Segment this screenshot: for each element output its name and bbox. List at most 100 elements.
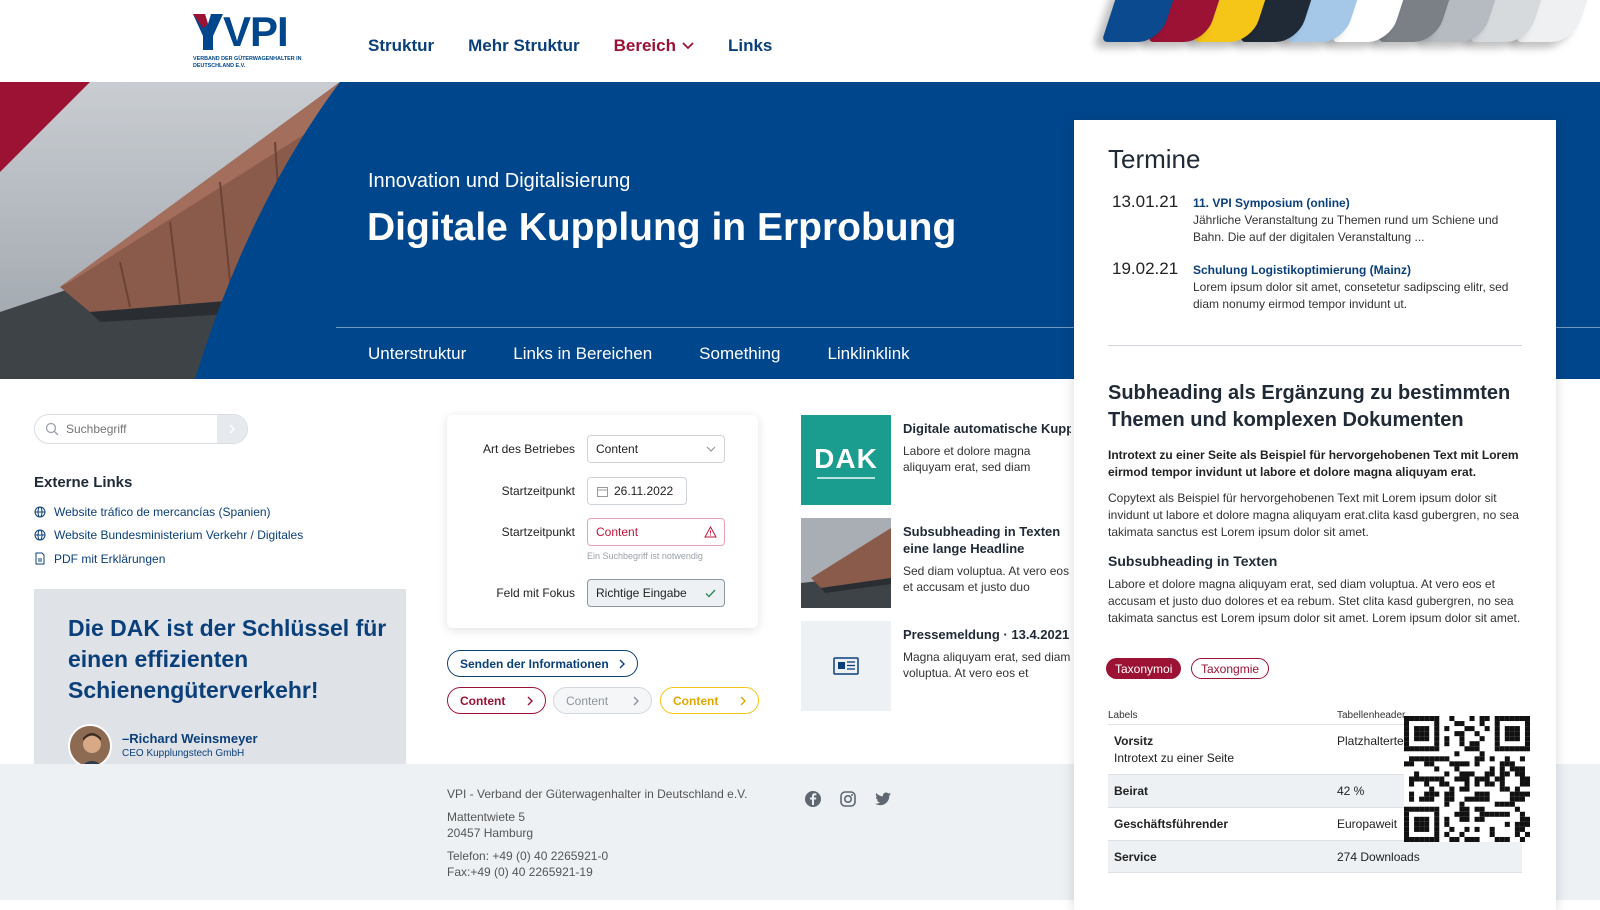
event-text: Lorem ipsum dolor sit amet, consetetur s… <box>1193 280 1509 311</box>
search-icon <box>45 422 59 436</box>
newspaper-icon <box>833 657 859 675</box>
quote-author-role: CEO Kupplungstech GmbH <box>122 748 245 759</box>
hero-kicker: Innovation und Digitalisierung <box>368 170 631 192</box>
news-title[interactable]: Subsubheading in Texten eine lange Headl… <box>903 523 1071 557</box>
external-link-ministry[interactable]: Website Bundesministerium Verkehr / Digi… <box>34 524 303 548</box>
button-label: Content <box>566 693 609 708</box>
termine-title: Termine <box>1108 144 1201 174</box>
content-button-red[interactable]: Content <box>447 687 546 714</box>
external-link-label: Website tráfico de mercancías (Spanien) <box>54 504 271 519</box>
footer-city: 20457 Hamburg <box>447 826 534 840</box>
search-submit-button[interactable] <box>217 415 247 443</box>
external-links-list: Website tráfico de mercancías (Spanien) … <box>34 500 303 571</box>
button-label: Content <box>673 693 719 708</box>
news-text: Sed diam voluptua. At vero eos et accusa… <box>903 564 1070 594</box>
news-text: Labore et dolore magna aliquyam erat, se… <box>903 444 1031 474</box>
nav-item-bereich[interactable]: Bereich <box>614 36 694 56</box>
nav-item-struktur[interactable]: Struktur <box>368 36 434 56</box>
field-label-art-des-betriebes: Art des Betriebes <box>482 442 575 456</box>
table-key-sub: Introtext zu einer Seite <box>1114 751 1235 765</box>
panel-copy-2: Labore et dolore magna aliquyam erat, se… <box>1108 577 1521 625</box>
nav-item-mehr-struktur[interactable]: Mehr Struktur <box>468 36 579 56</box>
quote-box: Die DAK ist der Schlüssel für einen effi… <box>34 589 406 784</box>
select-art-des-betriebes[interactable]: Content <box>587 435 725 463</box>
chevron-down-icon <box>682 42 694 50</box>
nav-item-links[interactable]: Links <box>728 36 772 56</box>
content-button-disabled[interactable]: Content <box>553 687 652 714</box>
sub-nav: Unterstruktur Links in Bereichen Somethi… <box>368 344 910 364</box>
subnav-item-links-in-bereichen[interactable]: Links in Bereichen <box>513 344 652 364</box>
input-value: Content <box>596 525 639 539</box>
news-image-train[interactable] <box>801 518 891 608</box>
input-value: Richtige Eingabe <box>596 586 687 600</box>
chevron-right-icon <box>228 424 235 434</box>
submit-label: Senden der Informationen <box>460 656 609 671</box>
event-title-link[interactable]: Schulung Logistikoptimierung (Mainz) <box>1193 263 1411 277</box>
external-link-spain[interactable]: Website tráfico de mercancías (Spanien) <box>34 500 303 524</box>
external-links-title: Externe Links <box>34 474 133 491</box>
external-link-label: PDF mit Erklärungen <box>54 551 166 566</box>
field-label-startzeitpunkt-error: Startzeitpunkt <box>501 525 575 539</box>
chevron-right-icon <box>619 659 625 668</box>
news-title[interactable]: Digitale automatische Kupplung <box>903 420 1071 437</box>
check-icon <box>705 589 716 598</box>
chevron-right-icon <box>527 696 533 705</box>
date-value: 26.11.2022 <box>614 484 674 498</box>
hero-train-photo <box>0 82 340 379</box>
event-date: 19.02.21 <box>1112 259 1179 278</box>
quote-text: Die DAK ist der Schlüssel für einen effi… <box>68 615 387 703</box>
external-link-pdf[interactable]: PDF mit Erklärungen <box>34 547 303 571</box>
logo-subtitle: Verband der Güterwagenhalter in Deutschl… <box>193 56 302 69</box>
event-text: Jährliche Veranstaltung zu Themen rund u… <box>1193 213 1499 244</box>
button-label: Content <box>460 693 506 708</box>
table-value: 42 % <box>1337 784 1365 798</box>
table-key: Vorsitz <box>1114 734 1154 748</box>
instagram-icon[interactable] <box>839 790 857 808</box>
news-title[interactable]: Pressemeldung · 13.4.2021 <box>903 626 1071 643</box>
avatar <box>68 724 112 768</box>
vpi-logo[interactable]: VPI Verband der Güterwagenhalter in Deut… <box>193 8 311 72</box>
subnav-item-unterstruktur[interactable]: Unterstruktur <box>368 344 466 364</box>
table-header-values: Tabellenheader <box>1337 710 1406 721</box>
tag-taxongmie[interactable]: Taxongmie <box>1191 658 1270 679</box>
input-feld-mit-fokus[interactable]: Richtige Eingabe <box>587 579 725 607</box>
content-button-yellow[interactable]: Content <box>660 687 759 714</box>
chevron-right-icon <box>740 696 746 705</box>
panel-divider <box>1108 345 1522 346</box>
news-image-dak[interactable]: DAK <box>801 415 891 505</box>
panel-copy: Copytext als Beispiel für hervorgehobene… <box>1108 491 1519 539</box>
event-title-link[interactable]: 11. VPI Symposium (online) <box>1193 196 1350 210</box>
facebook-icon[interactable] <box>804 790 822 808</box>
dak-logo: DAK <box>814 443 878 474</box>
avatar-portrait <box>70 726 110 766</box>
subnav-item-linklinklink[interactable]: Linklinklink <box>827 344 909 364</box>
table-key: Service <box>1114 850 1157 864</box>
qr-code-icon <box>1404 716 1530 842</box>
hero-title: Digitale Kupplung in Erprobung <box>367 206 957 249</box>
tag-taxonymoi[interactable]: Taxonymoi <box>1106 658 1182 679</box>
date-input-startzeitpunkt[interactable]: 26.11.2022 <box>587 477 687 505</box>
news-image-placeholder[interactable] <box>801 621 891 711</box>
table-header-labels: Labels <box>1108 710 1138 721</box>
panel-subheading: Subheading als Ergänzung zu bestimmten T… <box>1108 382 1511 431</box>
footer-fax: Fax:+49 (0) 40 2265921-19 <box>447 865 593 879</box>
chevron-down-icon <box>706 446 716 452</box>
search-input[interactable] <box>61 415 221 443</box>
news-text: Magna aliquyam erat, sed diam voluptua. … <box>903 650 1071 680</box>
main-nav: Struktur Mehr Struktur Bereich Links <box>368 36 772 56</box>
footer-org: VPI - Verband der Güterwagenhalter in De… <box>447 787 748 801</box>
field-label-feld-mit-fokus: Feld mit Fokus <box>496 586 575 600</box>
table-key: Geschäftsführender <box>1114 817 1229 831</box>
search-box <box>34 414 248 444</box>
subnav-item-something[interactable]: Something <box>699 344 780 364</box>
chevron-right-icon <box>633 696 639 705</box>
twitter-icon[interactable] <box>874 790 892 808</box>
input-startzeitpunkt-error[interactable]: Content <box>587 518 725 546</box>
footer-phone[interactable]: Telefon: +49 (0) 40 2265921-0 <box>447 848 608 864</box>
table-value: Europaweit <box>1337 817 1398 831</box>
panel-subsubheading: Subsubheading in Texten <box>1108 553 1278 569</box>
submit-information-button[interactable]: Senden der Informationen <box>447 650 638 677</box>
select-value: Content <box>596 442 639 456</box>
site-header: VPI Verband der Güterwagenhalter in Deut… <box>0 0 1600 82</box>
form-card: Art des Betriebes Content Startzeitpunkt… <box>447 415 758 628</box>
